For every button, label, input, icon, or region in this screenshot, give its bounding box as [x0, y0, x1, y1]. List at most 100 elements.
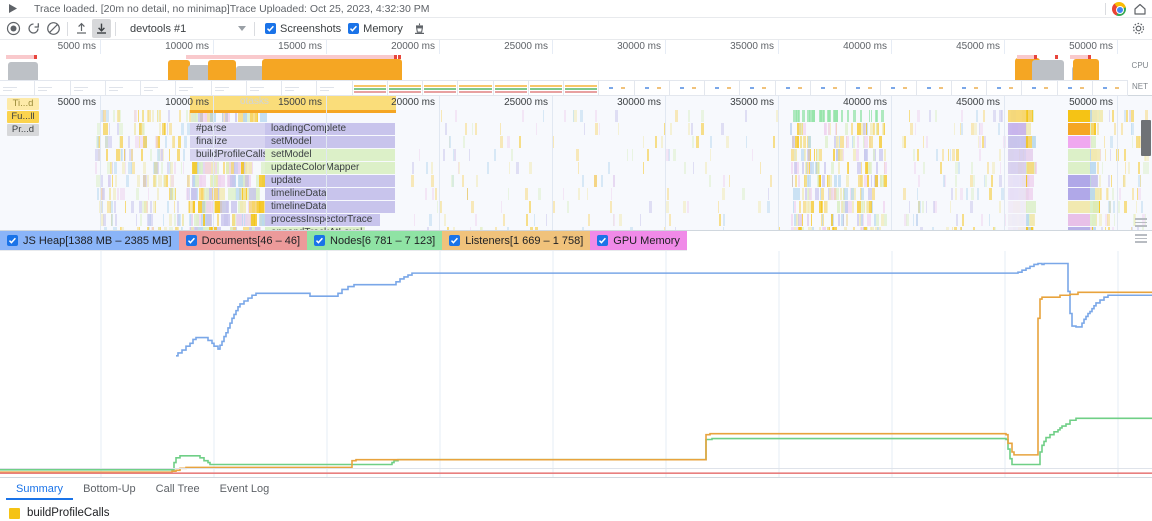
flame-bar[interactable]	[429, 214, 431, 226]
flame-bar[interactable]	[632, 149, 633, 161]
flame-bar[interactable]	[979, 149, 981, 161]
flame-bar[interactable]	[799, 214, 802, 226]
flame-bar[interactable]	[987, 162, 989, 174]
flame-bar[interactable]	[861, 188, 864, 200]
tab-bottom-up[interactable]: Bottom-Up	[73, 478, 146, 500]
flame-bar[interactable]	[218, 175, 225, 187]
screenshots-checkbox[interactable]: Screenshots	[265, 20, 341, 38]
flame-bar[interactable]	[141, 149, 143, 161]
flame-bar[interactable]	[236, 214, 242, 226]
filmstrip-frame[interactable]	[599, 80, 634, 96]
flame-bar[interactable]	[791, 214, 793, 226]
flame-bar[interactable]	[844, 188, 848, 200]
flame-bar[interactable]	[838, 175, 842, 187]
flame-bar[interactable]	[906, 214, 909, 226]
flame-bar[interactable]	[128, 162, 132, 174]
flame-bar[interactable]	[1026, 214, 1029, 226]
flame-bar[interactable]	[147, 110, 149, 122]
flame-bar[interactable]	[1109, 201, 1111, 213]
flame-bar[interactable]	[1001, 188, 1004, 200]
flame-bar[interactable]	[1091, 175, 1098, 187]
filmstrip-frame[interactable]	[705, 80, 740, 96]
flame-bar[interactable]	[158, 175, 162, 187]
flame-bar[interactable]	[1008, 136, 1026, 148]
flame-bar[interactable]	[1119, 188, 1121, 200]
flame-bar[interactable]	[952, 149, 954, 161]
flame-bar[interactable]	[1118, 201, 1120, 213]
flame-bar[interactable]	[917, 188, 919, 200]
flame-bar[interactable]	[913, 149, 916, 161]
flame-bar[interactable]	[169, 149, 170, 161]
flame-bar[interactable]	[220, 201, 228, 213]
garbage-collect-icon[interactable]	[410, 19, 429, 38]
flame-bar[interactable]	[1108, 175, 1110, 187]
flame-bar[interactable]	[827, 110, 828, 122]
flame-bar[interactable]	[710, 149, 711, 161]
flame-bar[interactable]	[536, 123, 537, 135]
flame-bar[interactable]	[426, 162, 428, 174]
flame-bar[interactable]	[848, 201, 852, 213]
flame-bar[interactable]	[145, 201, 147, 213]
flame-bar[interactable]	[107, 201, 110, 213]
flame-bar[interactable]	[191, 188, 196, 200]
flame-bar[interactable]	[804, 175, 806, 187]
flame-bar[interactable]	[942, 149, 945, 161]
flame-bar[interactable]	[1137, 188, 1138, 200]
flame-bar[interactable]	[669, 214, 671, 226]
flame-bar[interactable]	[1099, 175, 1101, 187]
flame-bar[interactable]	[950, 149, 951, 161]
flame-bar[interactable]	[183, 214, 185, 226]
flame-bar[interactable]	[211, 175, 215, 187]
flame-bar[interactable]	[108, 175, 110, 187]
flame-bar[interactable]	[691, 123, 692, 135]
flame-bar[interactable]	[940, 162, 943, 174]
flame-bar[interactable]	[799, 201, 801, 213]
flame-label[interactable]: buildProfileCalls	[191, 149, 265, 161]
flame-bar[interactable]	[809, 188, 813, 200]
flame-bar[interactable]	[726, 136, 729, 148]
flame-bar[interactable]	[454, 149, 456, 161]
flame-bar[interactable]	[745, 110, 747, 122]
flame-bar[interactable]	[838, 162, 839, 174]
flame-bar[interactable]	[935, 110, 937, 122]
flame-bar[interactable]	[529, 162, 531, 174]
record-circle-icon[interactable]	[4, 19, 23, 38]
flame-bar[interactable]	[876, 214, 879, 226]
memory-legend-js-heap[interactable]: JS Heap[1388 MB – 2385 MB]	[0, 231, 179, 250]
flame-bar[interactable]	[960, 188, 963, 200]
flame-bar[interactable]	[853, 136, 855, 148]
flame-bar[interactable]	[971, 188, 974, 200]
flame-bar[interactable]	[153, 162, 157, 174]
flame-bar[interactable]	[752, 149, 753, 161]
flame-bar[interactable]	[122, 123, 123, 135]
filmstrip-frame[interactable]	[529, 80, 564, 96]
flame-bar[interactable]	[1117, 162, 1118, 174]
flame-bar[interactable]	[161, 149, 163, 161]
flame-bar[interactable]	[132, 162, 135, 174]
flame-bar[interactable]	[976, 110, 978, 122]
flame-bar[interactable]	[687, 201, 689, 213]
flame-bar[interactable]	[973, 175, 975, 187]
flame-bar[interactable]	[125, 201, 126, 213]
filmstrip-frame[interactable]	[917, 80, 952, 96]
flame-bar[interactable]	[500, 123, 501, 135]
memory-legend-listeners[interactable]: Listeners[1 669 – 1 758]	[442, 231, 590, 250]
flame-label[interactable]: processInspectorTrace	[266, 214, 394, 226]
flame-bar[interactable]	[440, 201, 441, 213]
flame-bar[interactable]	[529, 201, 531, 213]
flame-bar[interactable]	[117, 110, 120, 122]
flame-bar[interactable]	[153, 201, 156, 213]
flame-bar[interactable]	[178, 136, 180, 148]
flame-bar[interactable]	[193, 201, 195, 213]
flame-bar[interactable]	[884, 214, 887, 226]
flame-bar[interactable]	[117, 123, 119, 135]
flame-bar[interactable]	[595, 110, 598, 122]
flame-bar[interactable]	[165, 136, 167, 148]
flame-bar[interactable]	[696, 136, 699, 148]
flame-bar[interactable]	[917, 110, 920, 122]
flame-bar[interactable]	[1114, 123, 1116, 135]
flame-bar[interactable]	[857, 201, 860, 213]
flame-bar[interactable]	[1141, 201, 1143, 213]
flame-bar[interactable]	[230, 175, 236, 187]
flame-bar[interactable]	[487, 162, 489, 174]
